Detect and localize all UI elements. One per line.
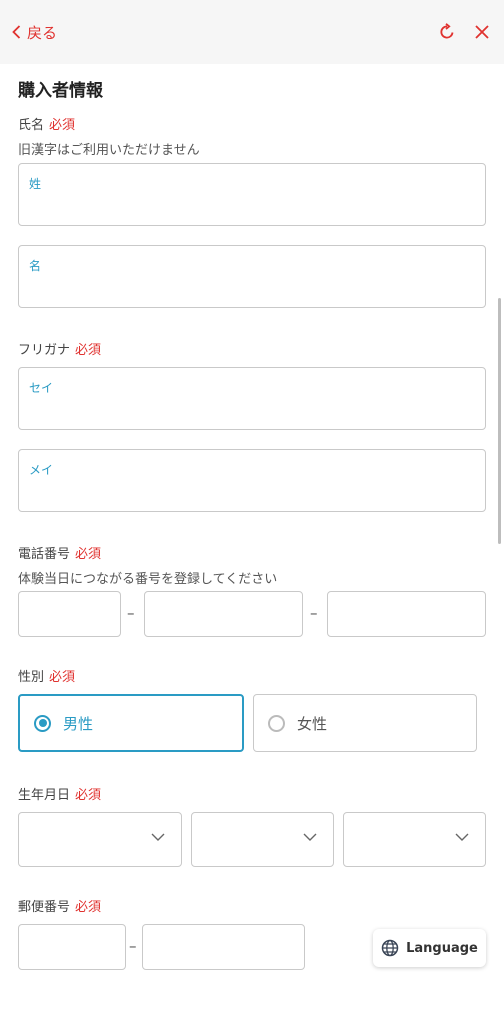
required-badge: 必須 — [49, 118, 76, 133]
name-note: 旧漢字はご利用いただけません — [18, 143, 200, 158]
birthdate-label: 生年月日 必須 — [18, 788, 102, 803]
language-label: Language — [406, 940, 478, 956]
required-badge: 必須 — [75, 547, 102, 562]
gender-male-label: 男性 — [63, 714, 94, 733]
first-name-kana-placeholder: メイ — [29, 463, 54, 477]
top-bar: 戻る — [0, 0, 504, 64]
phone-label: 電話番号 必須 — [18, 547, 102, 562]
required-badge: 必須 — [75, 900, 102, 915]
last-name-field[interactable]: 姓 — [18, 163, 486, 226]
postal-part2-input[interactable] — [142, 924, 305, 970]
chevron-down-icon — [303, 833, 317, 841]
radio-unselected-icon — [268, 714, 285, 732]
language-button[interactable]: Language — [373, 929, 486, 967]
refresh-button[interactable] — [438, 23, 456, 41]
birth-year-select[interactable] — [18, 812, 182, 867]
phone-part2-input[interactable] — [144, 591, 303, 637]
scrollbar[interactable] — [498, 298, 501, 544]
chevron-down-icon — [151, 833, 165, 841]
chevron-down-icon — [455, 833, 469, 841]
birth-month-select[interactable] — [191, 812, 334, 867]
phone-separator: – — [127, 604, 135, 622]
name-label: 氏名 必須 — [18, 118, 76, 133]
last-name-kana-field[interactable]: セイ — [18, 367, 486, 430]
section-title: 購入者情報 — [18, 81, 103, 101]
refresh-icon — [440, 23, 454, 39]
furigana-label: フリガナ 必須 — [18, 343, 102, 358]
phone-part3-input[interactable] — [327, 591, 486, 637]
gender-label: 性別 必須 — [18, 670, 76, 685]
phone-separator: – — [310, 604, 318, 622]
chevron-left-icon — [12, 25, 21, 39]
required-badge: 必須 — [75, 343, 102, 358]
back-button[interactable]: 戻る — [12, 22, 57, 43]
postal-part1-input[interactable] — [18, 924, 126, 970]
required-badge: 必須 — [75, 788, 102, 803]
postal-separator: – — [129, 937, 137, 955]
gender-female-label: 女性 — [297, 714, 328, 733]
phone-note: 体験当日につながる番号を登録してください — [18, 572, 278, 587]
globe-icon — [381, 939, 399, 957]
postal-label: 郵便番号 必須 — [18, 900, 102, 915]
required-badge: 必須 — [49, 670, 76, 685]
last-name-placeholder: 姓 — [29, 177, 42, 191]
last-name-kana-placeholder: セイ — [29, 381, 54, 395]
birth-day-select[interactable] — [343, 812, 486, 867]
radio-selected-icon — [34, 714, 51, 732]
phone-part1-input[interactable] — [18, 591, 121, 637]
close-button[interactable] — [474, 24, 490, 40]
gender-female-option[interactable]: 女性 — [253, 694, 477, 752]
first-name-placeholder: 名 — [29, 259, 42, 273]
close-icon — [475, 25, 489, 39]
first-name-field[interactable]: 名 — [18, 245, 486, 308]
first-name-kana-field[interactable]: メイ — [18, 449, 486, 512]
back-label: 戻る — [27, 23, 58, 42]
gender-male-option[interactable]: 男性 — [18, 694, 244, 752]
